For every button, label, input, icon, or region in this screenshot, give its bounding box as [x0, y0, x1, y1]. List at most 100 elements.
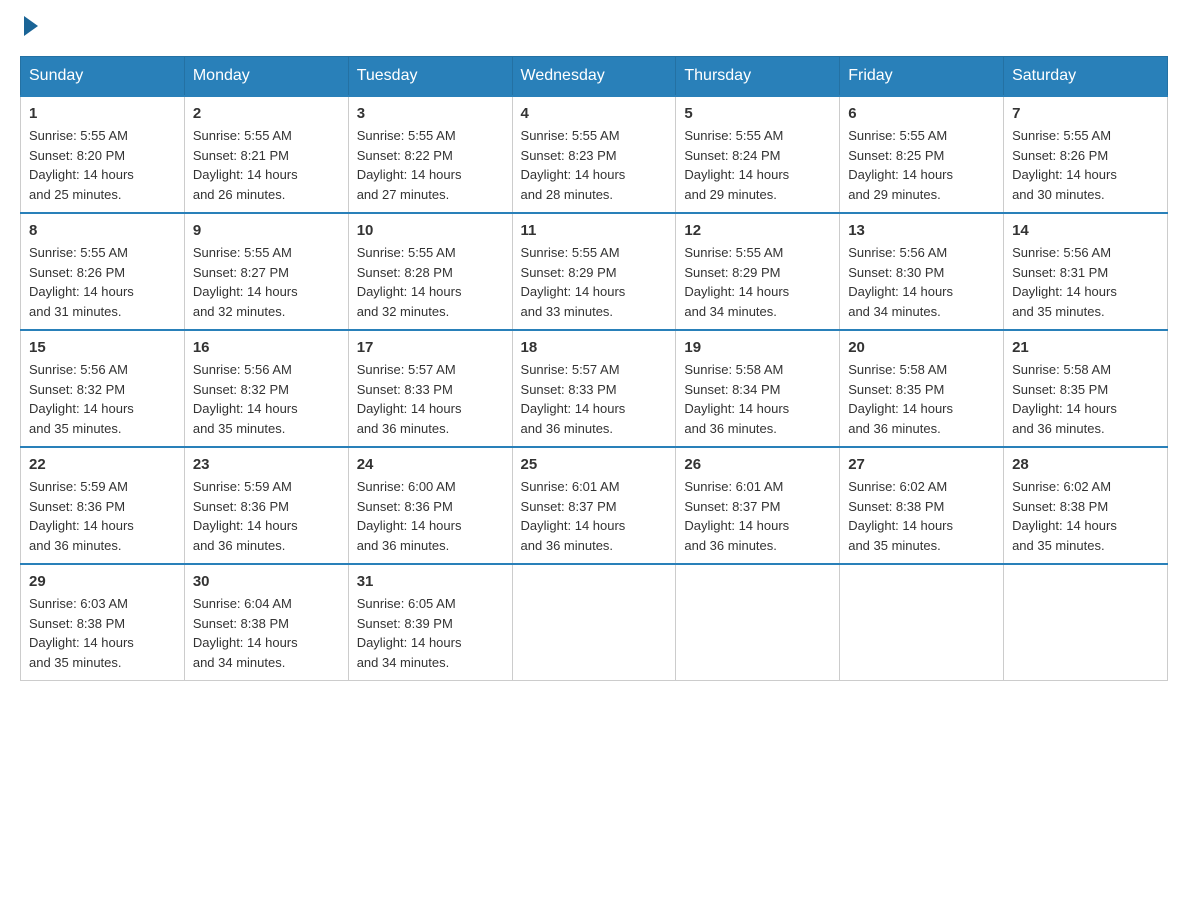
- day-info: Sunrise: 5:55 AMSunset: 8:23 PMDaylight:…: [521, 128, 626, 202]
- day-info: Sunrise: 5:55 AMSunset: 8:28 PMDaylight:…: [357, 245, 462, 319]
- day-info: Sunrise: 5:56 AMSunset: 8:30 PMDaylight:…: [848, 245, 953, 319]
- day-info: Sunrise: 5:55 AMSunset: 8:22 PMDaylight:…: [357, 128, 462, 202]
- day-number: 28: [1012, 456, 1159, 473]
- logo: [20, 20, 38, 36]
- logo-arrow-icon: [24, 16, 38, 36]
- day-info: Sunrise: 6:05 AMSunset: 8:39 PMDaylight:…: [357, 596, 462, 670]
- calendar-cell: 2 Sunrise: 5:55 AMSunset: 8:21 PMDayligh…: [184, 96, 348, 213]
- calendar-cell: 6 Sunrise: 5:55 AMSunset: 8:25 PMDayligh…: [840, 96, 1004, 213]
- calendar-cell: 4 Sunrise: 5:55 AMSunset: 8:23 PMDayligh…: [512, 96, 676, 213]
- day-info: Sunrise: 5:58 AMSunset: 8:35 PMDaylight:…: [1012, 362, 1117, 436]
- day-info: Sunrise: 6:01 AMSunset: 8:37 PMDaylight:…: [684, 479, 789, 553]
- day-number: 6: [848, 105, 995, 122]
- day-number: 8: [29, 222, 176, 239]
- day-number: 25: [521, 456, 668, 473]
- calendar-week-row: 1 Sunrise: 5:55 AMSunset: 8:20 PMDayligh…: [21, 96, 1168, 213]
- calendar-cell: 17 Sunrise: 5:57 AMSunset: 8:33 PMDaylig…: [348, 330, 512, 447]
- calendar-cell: 30 Sunrise: 6:04 AMSunset: 8:38 PMDaylig…: [184, 564, 348, 681]
- header-day-saturday: Saturday: [1004, 57, 1168, 97]
- day-number: 22: [29, 456, 176, 473]
- day-info: Sunrise: 5:56 AMSunset: 8:31 PMDaylight:…: [1012, 245, 1117, 319]
- day-number: 7: [1012, 105, 1159, 122]
- calendar-cell: [840, 564, 1004, 681]
- day-info: Sunrise: 6:00 AMSunset: 8:36 PMDaylight:…: [357, 479, 462, 553]
- day-info: Sunrise: 5:57 AMSunset: 8:33 PMDaylight:…: [357, 362, 462, 436]
- day-number: 12: [684, 222, 831, 239]
- day-number: 17: [357, 339, 504, 356]
- calendar-cell: 28 Sunrise: 6:02 AMSunset: 8:38 PMDaylig…: [1004, 447, 1168, 564]
- day-info: Sunrise: 5:55 AMSunset: 8:29 PMDaylight:…: [684, 245, 789, 319]
- calendar-cell: 10 Sunrise: 5:55 AMSunset: 8:28 PMDaylig…: [348, 213, 512, 330]
- day-number: 13: [848, 222, 995, 239]
- day-info: Sunrise: 6:02 AMSunset: 8:38 PMDaylight:…: [848, 479, 953, 553]
- day-number: 26: [684, 456, 831, 473]
- day-number: 14: [1012, 222, 1159, 239]
- day-info: Sunrise: 5:55 AMSunset: 8:29 PMDaylight:…: [521, 245, 626, 319]
- calendar-cell: 13 Sunrise: 5:56 AMSunset: 8:30 PMDaylig…: [840, 213, 1004, 330]
- calendar-cell: 18 Sunrise: 5:57 AMSunset: 8:33 PMDaylig…: [512, 330, 676, 447]
- day-info: Sunrise: 5:55 AMSunset: 8:21 PMDaylight:…: [193, 128, 298, 202]
- calendar-week-row: 29 Sunrise: 6:03 AMSunset: 8:38 PMDaylig…: [21, 564, 1168, 681]
- calendar-cell: 3 Sunrise: 5:55 AMSunset: 8:22 PMDayligh…: [348, 96, 512, 213]
- calendar-cell: 1 Sunrise: 5:55 AMSunset: 8:20 PMDayligh…: [21, 96, 185, 213]
- calendar-cell: 21 Sunrise: 5:58 AMSunset: 8:35 PMDaylig…: [1004, 330, 1168, 447]
- calendar-cell: 27 Sunrise: 6:02 AMSunset: 8:38 PMDaylig…: [840, 447, 1004, 564]
- calendar-cell: 12 Sunrise: 5:55 AMSunset: 8:29 PMDaylig…: [676, 213, 840, 330]
- calendar-cell: 22 Sunrise: 5:59 AMSunset: 8:36 PMDaylig…: [21, 447, 185, 564]
- day-number: 19: [684, 339, 831, 356]
- calendar-cell: 14 Sunrise: 5:56 AMSunset: 8:31 PMDaylig…: [1004, 213, 1168, 330]
- day-number: 29: [29, 573, 176, 590]
- day-number: 16: [193, 339, 340, 356]
- header-day-monday: Monday: [184, 57, 348, 97]
- day-number: 4: [521, 105, 668, 122]
- day-number: 30: [193, 573, 340, 590]
- calendar-cell: 23 Sunrise: 5:59 AMSunset: 8:36 PMDaylig…: [184, 447, 348, 564]
- day-info: Sunrise: 5:58 AMSunset: 8:35 PMDaylight:…: [848, 362, 953, 436]
- day-info: Sunrise: 5:58 AMSunset: 8:34 PMDaylight:…: [684, 362, 789, 436]
- day-info: Sunrise: 5:55 AMSunset: 8:25 PMDaylight:…: [848, 128, 953, 202]
- calendar-cell: [512, 564, 676, 681]
- day-number: 24: [357, 456, 504, 473]
- page-header: [20, 20, 1168, 36]
- calendar-cell: 16 Sunrise: 5:56 AMSunset: 8:32 PMDaylig…: [184, 330, 348, 447]
- day-number: 9: [193, 222, 340, 239]
- calendar-cell: 9 Sunrise: 5:55 AMSunset: 8:27 PMDayligh…: [184, 213, 348, 330]
- day-info: Sunrise: 6:01 AMSunset: 8:37 PMDaylight:…: [521, 479, 626, 553]
- day-number: 11: [521, 222, 668, 239]
- day-info: Sunrise: 6:02 AMSunset: 8:38 PMDaylight:…: [1012, 479, 1117, 553]
- calendar-table: SundayMondayTuesdayWednesdayThursdayFrid…: [20, 56, 1168, 681]
- day-number: 31: [357, 573, 504, 590]
- day-info: Sunrise: 5:55 AMSunset: 8:24 PMDaylight:…: [684, 128, 789, 202]
- calendar-cell: 11 Sunrise: 5:55 AMSunset: 8:29 PMDaylig…: [512, 213, 676, 330]
- calendar-cell: [676, 564, 840, 681]
- day-info: Sunrise: 5:59 AMSunset: 8:36 PMDaylight:…: [193, 479, 298, 553]
- day-number: 15: [29, 339, 176, 356]
- calendar-cell: 5 Sunrise: 5:55 AMSunset: 8:24 PMDayligh…: [676, 96, 840, 213]
- header-day-tuesday: Tuesday: [348, 57, 512, 97]
- day-number: 1: [29, 105, 176, 122]
- calendar-cell: 8 Sunrise: 5:55 AMSunset: 8:26 PMDayligh…: [21, 213, 185, 330]
- calendar-cell: 20 Sunrise: 5:58 AMSunset: 8:35 PMDaylig…: [840, 330, 1004, 447]
- day-info: Sunrise: 6:04 AMSunset: 8:38 PMDaylight:…: [193, 596, 298, 670]
- day-info: Sunrise: 5:56 AMSunset: 8:32 PMDaylight:…: [193, 362, 298, 436]
- calendar-week-row: 8 Sunrise: 5:55 AMSunset: 8:26 PMDayligh…: [21, 213, 1168, 330]
- day-info: Sunrise: 5:55 AMSunset: 8:20 PMDaylight:…: [29, 128, 134, 202]
- day-info: Sunrise: 5:57 AMSunset: 8:33 PMDaylight:…: [521, 362, 626, 436]
- day-info: Sunrise: 5:56 AMSunset: 8:32 PMDaylight:…: [29, 362, 134, 436]
- calendar-cell: 24 Sunrise: 6:00 AMSunset: 8:36 PMDaylig…: [348, 447, 512, 564]
- calendar-cell: 31 Sunrise: 6:05 AMSunset: 8:39 PMDaylig…: [348, 564, 512, 681]
- calendar-cell: 29 Sunrise: 6:03 AMSunset: 8:38 PMDaylig…: [21, 564, 185, 681]
- day-number: 23: [193, 456, 340, 473]
- calendar-week-row: 15 Sunrise: 5:56 AMSunset: 8:32 PMDaylig…: [21, 330, 1168, 447]
- calendar-cell: 7 Sunrise: 5:55 AMSunset: 8:26 PMDayligh…: [1004, 96, 1168, 213]
- calendar-cell: 26 Sunrise: 6:01 AMSunset: 8:37 PMDaylig…: [676, 447, 840, 564]
- header-day-wednesday: Wednesday: [512, 57, 676, 97]
- day-info: Sunrise: 6:03 AMSunset: 8:38 PMDaylight:…: [29, 596, 134, 670]
- day-info: Sunrise: 5:59 AMSunset: 8:36 PMDaylight:…: [29, 479, 134, 553]
- calendar-header-row: SundayMondayTuesdayWednesdayThursdayFrid…: [21, 57, 1168, 97]
- day-number: 3: [357, 105, 504, 122]
- calendar-week-row: 22 Sunrise: 5:59 AMSunset: 8:36 PMDaylig…: [21, 447, 1168, 564]
- header-day-thursday: Thursday: [676, 57, 840, 97]
- calendar-cell: [1004, 564, 1168, 681]
- calendar-cell: 19 Sunrise: 5:58 AMSunset: 8:34 PMDaylig…: [676, 330, 840, 447]
